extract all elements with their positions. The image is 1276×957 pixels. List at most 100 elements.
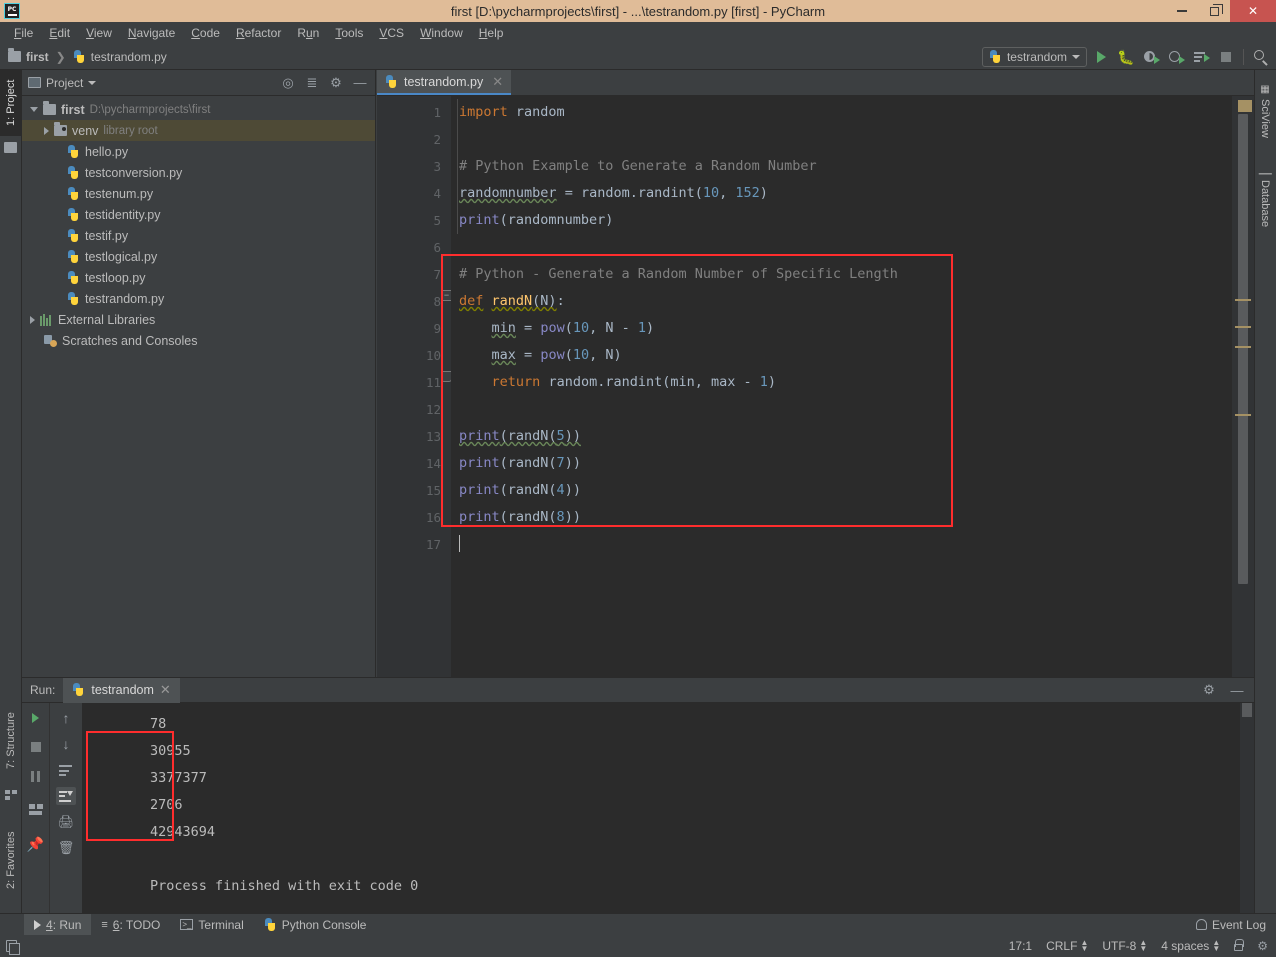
locate-icon[interactable]: ◎ (281, 75, 295, 90)
marker-warning[interactable] (1235, 346, 1251, 348)
debug-button[interactable]: 🐛 (1115, 46, 1137, 68)
close-button[interactable]: ✕ (1230, 0, 1276, 22)
tree-label: testloop.py (85, 270, 146, 285)
code-text-area[interactable]: import random # Python Example to Genera… (441, 96, 1254, 677)
run-coverage-button[interactable] (1140, 46, 1162, 68)
bottom-tab-run[interactable]: 4: Run (24, 913, 92, 936)
menu-file[interactable]: File (6, 22, 41, 44)
sidebar-tab-sciview[interactable]: ▦ SciView (1254, 78, 1276, 144)
run-button[interactable] (1090, 46, 1112, 68)
clear-all-icon[interactable]: 🗑 (56, 839, 76, 857)
print-icon[interactable]: 🖨 (56, 813, 76, 831)
tree-node-hello-py[interactable]: hello.py (22, 141, 375, 162)
tree-node-testidentity-py[interactable]: testidentity.py (22, 204, 375, 225)
chevron-right-icon[interactable] (44, 126, 49, 135)
sciview-icon: ▦ (1259, 84, 1271, 96)
bottom-tab-todo[interactable]: ≡ 6: TODO (91, 914, 170, 936)
hide-panel-icon[interactable]: — (353, 75, 367, 90)
tree-node-external-libraries[interactable]: External Libraries (22, 309, 375, 330)
tree-node-scratches-and-consoles[interactable]: Scratches and Consoles (22, 330, 375, 351)
tree-node-testif-py[interactable]: testif.py (22, 225, 375, 246)
menu-refactor[interactable]: Refactor (228, 22, 289, 44)
stop-button[interactable] (1215, 46, 1237, 68)
minimize-button[interactable] (1166, 0, 1198, 22)
bottom-tab-python-console[interactable]: Python Console (254, 914, 377, 936)
gear-icon[interactable]: ⚙ (1202, 682, 1216, 697)
menu-view[interactable]: View (78, 22, 120, 44)
soft-wrap-icon[interactable] (56, 761, 76, 779)
marker-warning[interactable] (1235, 414, 1251, 416)
main-toolbar: testrandom 🐛 (981, 44, 1272, 70)
down-arrow-icon[interactable]: ↓ (56, 735, 76, 753)
rerun-button[interactable] (26, 709, 46, 727)
marker-warning[interactable] (1235, 326, 1251, 328)
sidebar-tab-favorites[interactable]: 2: Favorites (0, 815, 22, 905)
console-scrollbar-thumb[interactable] (1242, 703, 1252, 717)
close-icon[interactable]: ✕ (492, 74, 503, 90)
event-log-label: Event Log (1211, 917, 1266, 932)
chevron-right-icon[interactable] (30, 315, 35, 324)
menu-tools[interactable]: Tools (327, 22, 371, 44)
caret-position[interactable]: 17:1 (1009, 939, 1032, 953)
up-arrow-icon[interactable]: ↑ (56, 709, 76, 727)
editor-gutter[interactable]: 1 2 3 4 5 6 7 8 9 10 11 12 13 14 15 16 1… (377, 96, 452, 677)
inspection-status-indicator[interactable] (1238, 100, 1252, 112)
run-tab-testrandom[interactable]: testrandom ✕ (63, 677, 180, 703)
tree-node-venv[interactable]: venv library root (22, 120, 375, 141)
search-icon[interactable] (1250, 46, 1272, 68)
tree-node-testrandom-py[interactable]: testrandom.py (22, 288, 375, 309)
menu-edit[interactable]: Edit (41, 22, 78, 44)
line-separator-selector[interactable]: CRLF ▲ ▼ (1046, 939, 1088, 954)
tree-node-testenum-py[interactable]: testenum.py (22, 183, 375, 204)
run-configuration-selector[interactable]: testrandom (981, 47, 1087, 67)
event-log-button[interactable]: Event Log (1195, 917, 1276, 932)
menu-help[interactable]: Help (471, 22, 512, 44)
hide-panel-icon[interactable]: — (1230, 683, 1244, 698)
menu-window[interactable]: Window (412, 22, 471, 44)
sidebar-tab-database[interactable]: ⎮ Database (1254, 158, 1276, 240)
folder-icon (4, 142, 17, 153)
stop-process-button[interactable] (26, 738, 46, 756)
scrollbar-thumb[interactable] (1238, 114, 1248, 584)
menu-code[interactable]: Code (183, 22, 228, 44)
layout-settings-button[interactable] (26, 800, 46, 818)
breadcrumb-file[interactable]: testrandom.py (91, 50, 167, 64)
encoding-selector[interactable]: UTF-8 ▲ ▼ (1102, 939, 1147, 954)
scroll-to-end-icon[interactable] (56, 787, 76, 805)
menu-vcs[interactable]: VCS (371, 22, 412, 44)
tree-node-first[interactable]: first D:\pycharmprojects\first (22, 99, 375, 120)
project-icon (28, 77, 41, 88)
tree-node-testloop-py[interactable]: testloop.py (22, 267, 375, 288)
tab-testrandom-py[interactable]: testrandom.py ✕ (377, 70, 512, 95)
gear-icon[interactable]: ⚙ (329, 75, 343, 90)
memory-indicator-icon[interactable] (6, 940, 20, 955)
bottom-tab-terminal[interactable]: >_ Terminal (170, 914, 253, 936)
console-scrollbar[interactable] (1240, 703, 1254, 920)
breadcrumb-project[interactable]: first (26, 50, 49, 64)
tree-label: venv (72, 123, 99, 138)
console-output[interactable]: 78 30955 3377377 2706 42943694 Process f… (82, 703, 1254, 920)
menu-run[interactable]: Run (289, 22, 327, 44)
run-with-options-button[interactable] (1190, 46, 1212, 68)
code-line-15: print(randN(4)) (459, 482, 581, 498)
tree-node-testconversion-py[interactable]: testconversion.py (22, 162, 375, 183)
pin-tab-button[interactable]: 📌 (26, 835, 46, 853)
editor-scrollbar[interactable] (1232, 96, 1254, 677)
indent-selector[interactable]: 4 spaces ▲ ▼ (1161, 939, 1220, 954)
menu-navigate[interactable]: Navigate (120, 22, 183, 44)
inspection-profile-icon[interactable]: ⚙ (1257, 939, 1268, 953)
sidebar-tab-project[interactable]: 1: Project (0, 70, 22, 136)
console-line: Process finished with exit code 0 (150, 878, 419, 894)
chevron-down-icon[interactable] (88, 80, 97, 85)
profile-button[interactable] (1165, 46, 1187, 68)
lock-icon[interactable] (1234, 939, 1245, 951)
sidebar-tab-structure[interactable]: 7: Structure (0, 700, 22, 782)
close-icon[interactable]: ✕ (160, 682, 171, 698)
maximize-button[interactable] (1198, 0, 1230, 22)
line-number: 9 (433, 321, 441, 336)
chevron-down-icon[interactable] (30, 107, 38, 112)
collapse-all-icon[interactable]: ≣ (305, 75, 319, 90)
marker-warning[interactable] (1235, 299, 1251, 301)
pause-output-button[interactable] (26, 767, 46, 785)
tree-node-testlogical-py[interactable]: testlogical.py (22, 246, 375, 267)
